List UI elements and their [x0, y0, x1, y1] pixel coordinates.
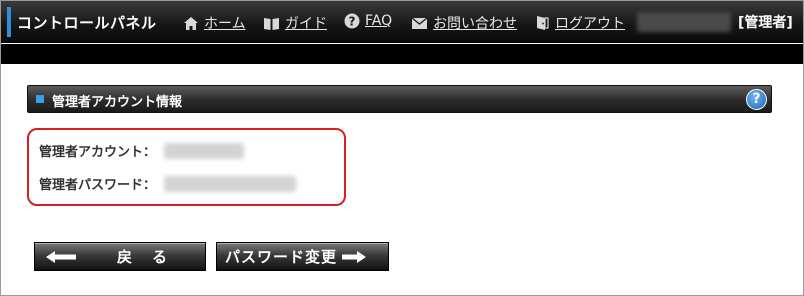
nav-home-label: ホーム	[204, 16, 246, 32]
top-nav-bar: コントロールパネル ホーム ガイド ? FAQ お問い合わせ ログアウト [管理…	[1, 1, 803, 43]
home-icon	[184, 16, 198, 30]
nav-faq-label: FAQ	[365, 13, 393, 29]
back-button[interactable]: 戻る	[34, 242, 206, 271]
section-header: 管理者アカウント情報 ?	[27, 85, 772, 113]
password-row: 管理者パスワード：	[39, 174, 297, 193]
blurred-username	[637, 12, 731, 32]
account-info-box: 管理者アカウント： 管理者パスワード：	[27, 128, 346, 206]
nav-home-link[interactable]: ホーム	[183, 13, 246, 33]
nav-logout-link[interactable]: ログアウト	[534, 13, 625, 33]
arrow-right-icon	[342, 250, 367, 263]
section-title: 管理者アカウント情報	[52, 95, 183, 110]
logout-icon	[537, 16, 549, 30]
change-password-button[interactable]: パスワード変更	[216, 242, 389, 271]
account-row: 管理者アカウント：	[39, 141, 245, 160]
nav-contact-label: お問い合わせ	[433, 16, 517, 32]
nav-contact-link[interactable]: お問い合わせ	[411, 13, 517, 33]
nav-guide-link[interactable]: ガイド	[263, 13, 327, 33]
account-label: 管理者アカウント：	[39, 145, 157, 160]
app-title: コントロールパネル	[17, 14, 157, 32]
brand-accent-bar	[7, 7, 11, 37]
user-role-badge: [管理者]	[738, 15, 793, 31]
svg-text:?: ?	[349, 15, 356, 29]
account-value-redacted	[164, 142, 245, 159]
nav-logout-label: ログアウト	[555, 16, 625, 32]
nav-faq-link[interactable]: ? FAQ	[344, 13, 392, 29]
nav-guide-label: ガイド	[285, 16, 327, 32]
question-icon: ?	[344, 13, 360, 29]
help-icon[interactable]: ?	[746, 89, 767, 110]
book-icon	[264, 17, 279, 30]
arrow-left-icon	[46, 250, 76, 263]
section-bullet-icon	[36, 95, 44, 103]
header-band	[1, 44, 803, 64]
mail-icon	[411, 16, 428, 29]
change-password-label: パスワード変更	[225, 248, 338, 266]
password-label: 管理者パスワード：	[39, 178, 157, 193]
password-value-redacted	[164, 175, 297, 192]
back-button-label: 戻る	[117, 248, 188, 266]
